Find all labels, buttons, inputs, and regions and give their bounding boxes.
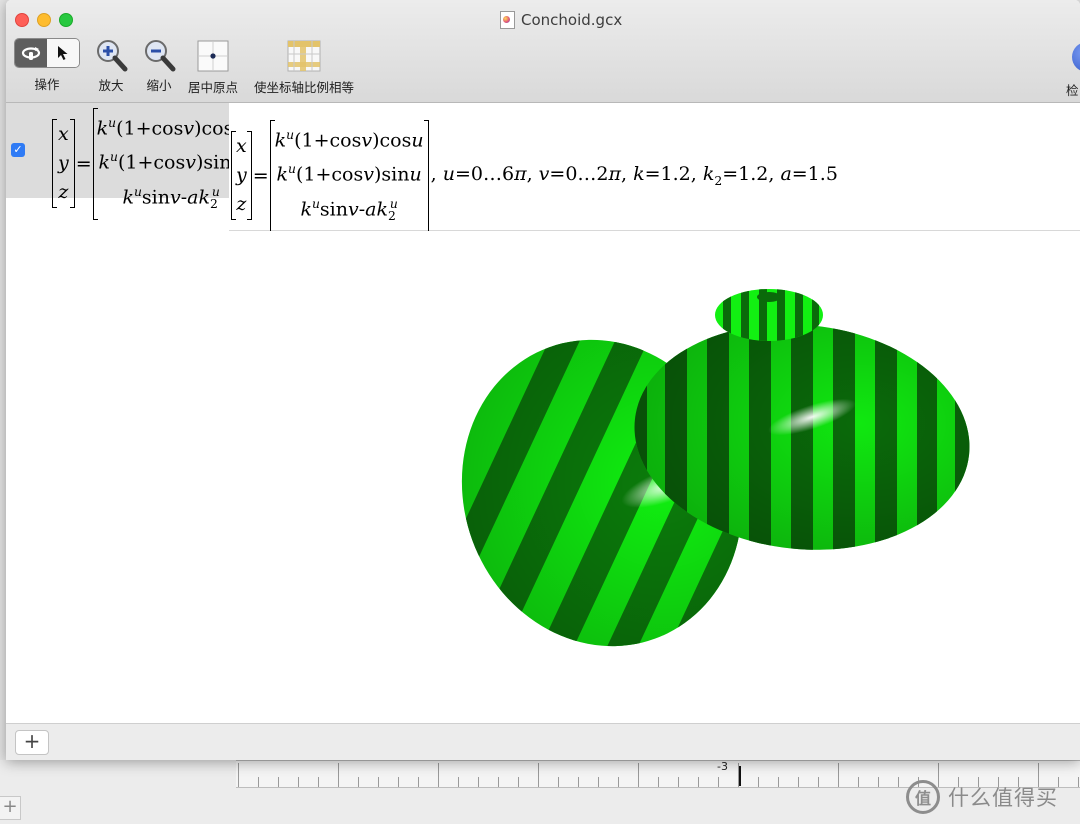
- document-icon: [500, 11, 515, 29]
- ruler-tick: [558, 777, 559, 787]
- center-origin-label: 居中原点: [188, 80, 239, 95]
- ruler-tick: [418, 777, 419, 787]
- ruler-tick: [338, 763, 339, 787]
- equal-axes-icon: [287, 40, 321, 72]
- titlebar: Conchoid.gcx 操作 放大 缩小 居中原点 使坐标轴比例相等 检: [6, 0, 1080, 103]
- ruler-tick: [878, 777, 879, 787]
- ruler-tick: [498, 777, 499, 787]
- ruler-tick: [238, 763, 239, 787]
- graph-canvas[interactable]: [229, 231, 1080, 723]
- ruler-tick: [438, 763, 439, 787]
- sidebar-matrix: ku(1+cosv)cosu ku(1+cosv)sinu kusinv-ak2…: [92, 108, 250, 220]
- cursor-arrow-icon: [58, 46, 68, 60]
- ruler-tick: [798, 777, 799, 787]
- equal-axes-label: 使坐标轴比例相等: [254, 80, 355, 95]
- main-vector: x y z: [231, 131, 252, 221]
- watermark: 值 什么值得买: [906, 776, 1076, 818]
- sidebar-vector: x y z: [52, 119, 75, 209]
- zoom-out-icon: [145, 40, 176, 72]
- ruler-tick: [638, 763, 639, 787]
- operate-tool: 操作: [14, 38, 80, 93]
- ruler-tick: [518, 777, 519, 787]
- ruler-tick: [258, 777, 259, 787]
- ruler-tick: [898, 777, 899, 787]
- equation-visible-checkbox[interactable]: ✓: [11, 143, 25, 157]
- ruler-origin-tick: [739, 766, 741, 786]
- main-var-x: x: [236, 135, 247, 158]
- ruler-tick: [778, 777, 779, 787]
- main-var-y: y: [236, 164, 247, 187]
- sidebar-row-z: kusinv-ak2u: [122, 184, 220, 211]
- zoom-in-label: 放大: [98, 78, 124, 93]
- main-window: Conchoid.gcx 操作 放大 缩小 居中原点 使坐标轴比例相等 检 ✓ …: [6, 0, 1080, 760]
- ruler-tick: [478, 777, 479, 787]
- ruler-tick: [818, 777, 819, 787]
- zoom-out-tool[interactable]: 缩小: [142, 38, 176, 94]
- sidebar-row-y: ku(1+cosv)sinu: [98, 150, 244, 174]
- parameter-ranges: , u=0…6π, v=0…2π, k=1.2, k2=1.2, a=1.5: [430, 163, 838, 189]
- expression-editor[interactable]: x y z = ku(1+cosv)cosu ku(1+cosv)sinu ku…: [229, 103, 1080, 232]
- ruler-tick: [378, 777, 379, 787]
- sidebar-var-y: y: [58, 152, 69, 175]
- ruler-tick: [858, 777, 859, 787]
- watermark-logo-icon: 值: [906, 780, 940, 814]
- rotate-mode-button[interactable]: [15, 39, 47, 67]
- zoom-in-icon: [97, 40, 128, 72]
- ruler-tick: [318, 777, 319, 787]
- operate-label: 操作: [34, 77, 60, 92]
- ruler-tick: [398, 777, 399, 787]
- ruler-tick: [298, 777, 299, 787]
- ruler-tick: [358, 777, 359, 787]
- ruler-tick: [758, 777, 759, 787]
- ruler-tick: [678, 777, 679, 787]
- zoom-in-tool[interactable]: 放大: [94, 38, 128, 94]
- background-add-button[interactable]: +: [0, 796, 21, 820]
- rotate-icon: [21, 47, 41, 60]
- inspector-label: 检: [1066, 83, 1079, 98]
- main-row-x: ku(1+cosv)cosu: [274, 128, 424, 152]
- watermark-text: 什么值得买: [948, 786, 1058, 810]
- ruler-tick: [838, 763, 839, 787]
- window-title-text: Conchoid.gcx: [521, 11, 623, 29]
- zoom-out-label: 缩小: [146, 78, 172, 93]
- ruler-tick: [698, 777, 699, 787]
- operate-segmented-control[interactable]: [14, 38, 80, 68]
- minimize-button[interactable]: [37, 13, 51, 27]
- close-button[interactable]: [15, 13, 29, 27]
- center-origin-icon: [197, 40, 229, 72]
- ruler-label: -3: [717, 760, 728, 773]
- main-row-z: kusinv-ak2u: [300, 196, 398, 223]
- select-mode-button[interactable]: [47, 39, 79, 67]
- main-matrix: ku(1+cosv)cosu ku(1+cosv)sinu kusinv-ak2…: [269, 120, 429, 232]
- ruler-tick: [618, 777, 619, 787]
- center-origin-tool[interactable]: 居中原点: [188, 40, 238, 96]
- sidebar-equation: x y z = ku(1+cosv)cosu ku(1+cosv)sinu ku…: [52, 108, 250, 220]
- zoom-window-button[interactable]: [59, 13, 73, 27]
- ruler-tick: [598, 777, 599, 787]
- ruler-tick: [578, 777, 579, 787]
- add-equation-button[interactable]: +: [15, 730, 49, 755]
- inspector-icon[interactable]: [1072, 42, 1080, 72]
- main-row-y: ku(1+cosv)sinu: [276, 162, 422, 186]
- ruler-tick: [1078, 777, 1079, 787]
- main-var-z: z: [236, 193, 247, 216]
- ruler-tick: [278, 777, 279, 787]
- sidebar-var-x: x: [58, 123, 69, 146]
- bottom-bar: +: [6, 723, 1080, 760]
- apex-tip: [757, 292, 781, 302]
- equation-list-item[interactable]: ✓ x y z = ku(1+cosv)cosu ku(1+cosv)sinu …: [6, 103, 250, 220]
- sidebar-row-x: ku(1+cosv)cosu: [96, 116, 246, 140]
- window-title: Conchoid.gcx: [500, 11, 622, 29]
- main-equation: x y z = ku(1+cosv)cosu ku(1+cosv)sinu ku…: [231, 120, 838, 232]
- equal-axes-tool[interactable]: 使坐标轴比例相等: [254, 40, 354, 96]
- conchoid-surface-plot: [419, 289, 981, 686]
- sidebar-var-z: z: [58, 181, 69, 204]
- ruler-tick: [718, 777, 719, 787]
- ruler-tick: [458, 777, 459, 787]
- ruler-tick: [658, 777, 659, 787]
- equation-sidebar: ✓ x y z = ku(1+cosv)cosu ku(1+cosv)sinu …: [6, 103, 250, 723]
- ruler-tick: [538, 763, 539, 787]
